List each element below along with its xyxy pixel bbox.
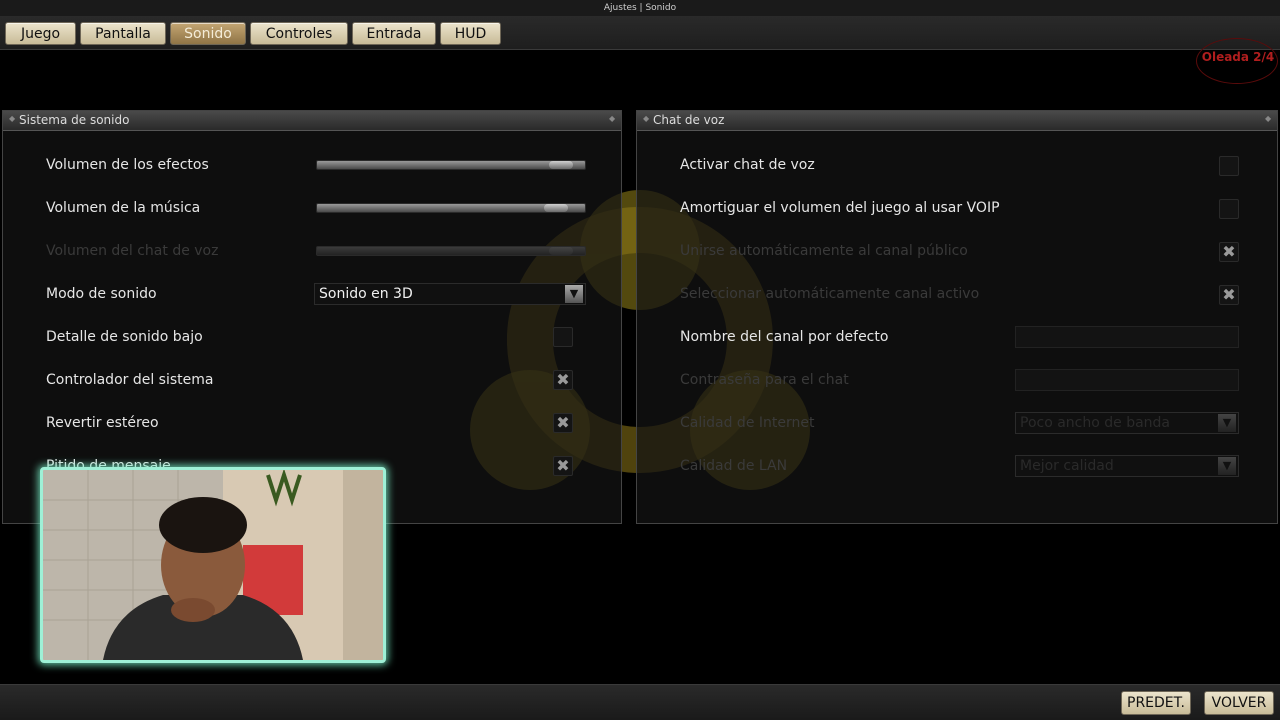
tab-juego[interactable]: Juego	[5, 22, 76, 45]
low-sound-detail-checkbox[interactable]	[553, 327, 573, 347]
sound-mode-value: Sonido en 3D	[319, 286, 413, 302]
lan-quality-dropdown: Mejor calidad ▼	[1015, 455, 1239, 477]
pin-icon[interactable]: ◆	[1265, 115, 1271, 123]
lan-quality-value: Mejor calidad	[1020, 458, 1114, 474]
duck-game-volume-checkbox[interactable]	[1219, 199, 1239, 219]
low-sound-detail-label: Detalle de sonido bajo	[46, 329, 203, 345]
chat-password-label: Contraseña para el chat	[680, 372, 849, 388]
tab-sonido[interactable]: Sonido	[170, 22, 246, 45]
default-channel-name-field[interactable]	[1015, 326, 1239, 348]
voice-chat-header: ◆ Chat de voz ◆	[637, 111, 1277, 131]
voice-chat-volume-label: Volumen del chat de voz	[46, 243, 219, 259]
defaults-button[interactable]: PREDET.	[1121, 691, 1191, 715]
pin-icon[interactable]: ◆	[609, 115, 615, 123]
internet-quality-value: Poco ancho de banda	[1020, 415, 1171, 431]
tab-entrada[interactable]: Entrada	[352, 22, 436, 45]
select-active-channel-label: Seleccionar automáticamente canal activo	[680, 286, 980, 302]
bottom-bar: PREDET. VOLVER	[0, 684, 1280, 720]
sound-system-title: Sistema de sonido	[19, 113, 130, 127]
internet-quality-label: Calidad de Internet	[680, 415, 815, 431]
sound-system-header: ◆ Sistema de sonido ◆	[3, 111, 621, 131]
voice-chat-panel: ◆ Chat de voz ◆ Activar chat de voz Amor…	[636, 110, 1278, 524]
dropdown-arrow-icon[interactable]: ▼	[565, 285, 583, 303]
default-channel-name-label: Nombre del canal por defecto	[680, 329, 889, 345]
tab-controles[interactable]: Controles	[250, 22, 348, 45]
select-active-channel-checkbox: ✖	[1219, 285, 1239, 305]
chat-password-field	[1015, 369, 1239, 391]
effects-volume-slider[interactable]	[316, 160, 586, 170]
sound-mode-label: Modo de sonido	[46, 286, 157, 302]
music-volume-label: Volumen de la música	[46, 200, 201, 216]
dropdown-arrow-icon: ▼	[1218, 414, 1236, 432]
join-public-channel-checkbox: ✖	[1219, 242, 1239, 262]
music-volume-knob[interactable]	[544, 204, 568, 212]
wave-label: Oleada 2/4	[1201, 50, 1275, 64]
effects-volume-label: Volumen de los efectos	[46, 157, 209, 173]
collapse-icon[interactable]: ◆	[9, 115, 15, 123]
reverse-stereo-label: Revertir estéreo	[46, 415, 159, 431]
system-driver-label: Controlador del sistema	[46, 372, 214, 388]
settings-tab-bar: Juego Pantalla Sonido Controles Entrada …	[0, 16, 1280, 50]
join-public-channel-label: Unirse automáticamente al canal público	[680, 243, 968, 259]
effects-volume-knob[interactable]	[549, 161, 573, 169]
webcam-feed-image	[43, 470, 383, 660]
duck-game-volume-label: Amortiguar el volumen del juego al usar …	[680, 200, 1000, 216]
tab-pantalla[interactable]: Pantalla	[80, 22, 166, 45]
dropdown-arrow-icon: ▼	[1218, 457, 1236, 475]
system-driver-checkbox[interactable]: ✖	[553, 370, 573, 390]
collapse-icon[interactable]: ◆	[643, 115, 649, 123]
wave-indicator: Oleada 2/4	[1196, 38, 1278, 84]
voice-chat-volume-knob	[549, 247, 573, 255]
voice-chat-title: Chat de voz	[653, 113, 725, 127]
back-button[interactable]: VOLVER	[1204, 691, 1274, 715]
enable-voice-chat-checkbox[interactable]	[1219, 156, 1239, 176]
reverse-stereo-checkbox[interactable]: ✖	[553, 413, 573, 433]
lan-quality-label: Calidad de LAN	[680, 458, 788, 474]
sound-mode-dropdown[interactable]: Sonido en 3D ▼	[314, 283, 586, 305]
window-title: Ajustes | Sonido	[0, 0, 1280, 16]
webcam-overlay	[40, 467, 386, 663]
tab-hud[interactable]: HUD	[440, 22, 501, 45]
enable-voice-chat-label: Activar chat de voz	[680, 157, 815, 173]
music-volume-slider[interactable]	[316, 203, 586, 213]
message-beep-checkbox[interactable]: ✖	[553, 456, 573, 476]
voice-chat-volume-slider	[316, 246, 586, 256]
sound-system-panel: ◆ Sistema de sonido ◆ Volumen de los efe…	[2, 110, 622, 524]
internet-quality-dropdown: Poco ancho de banda ▼	[1015, 412, 1239, 434]
